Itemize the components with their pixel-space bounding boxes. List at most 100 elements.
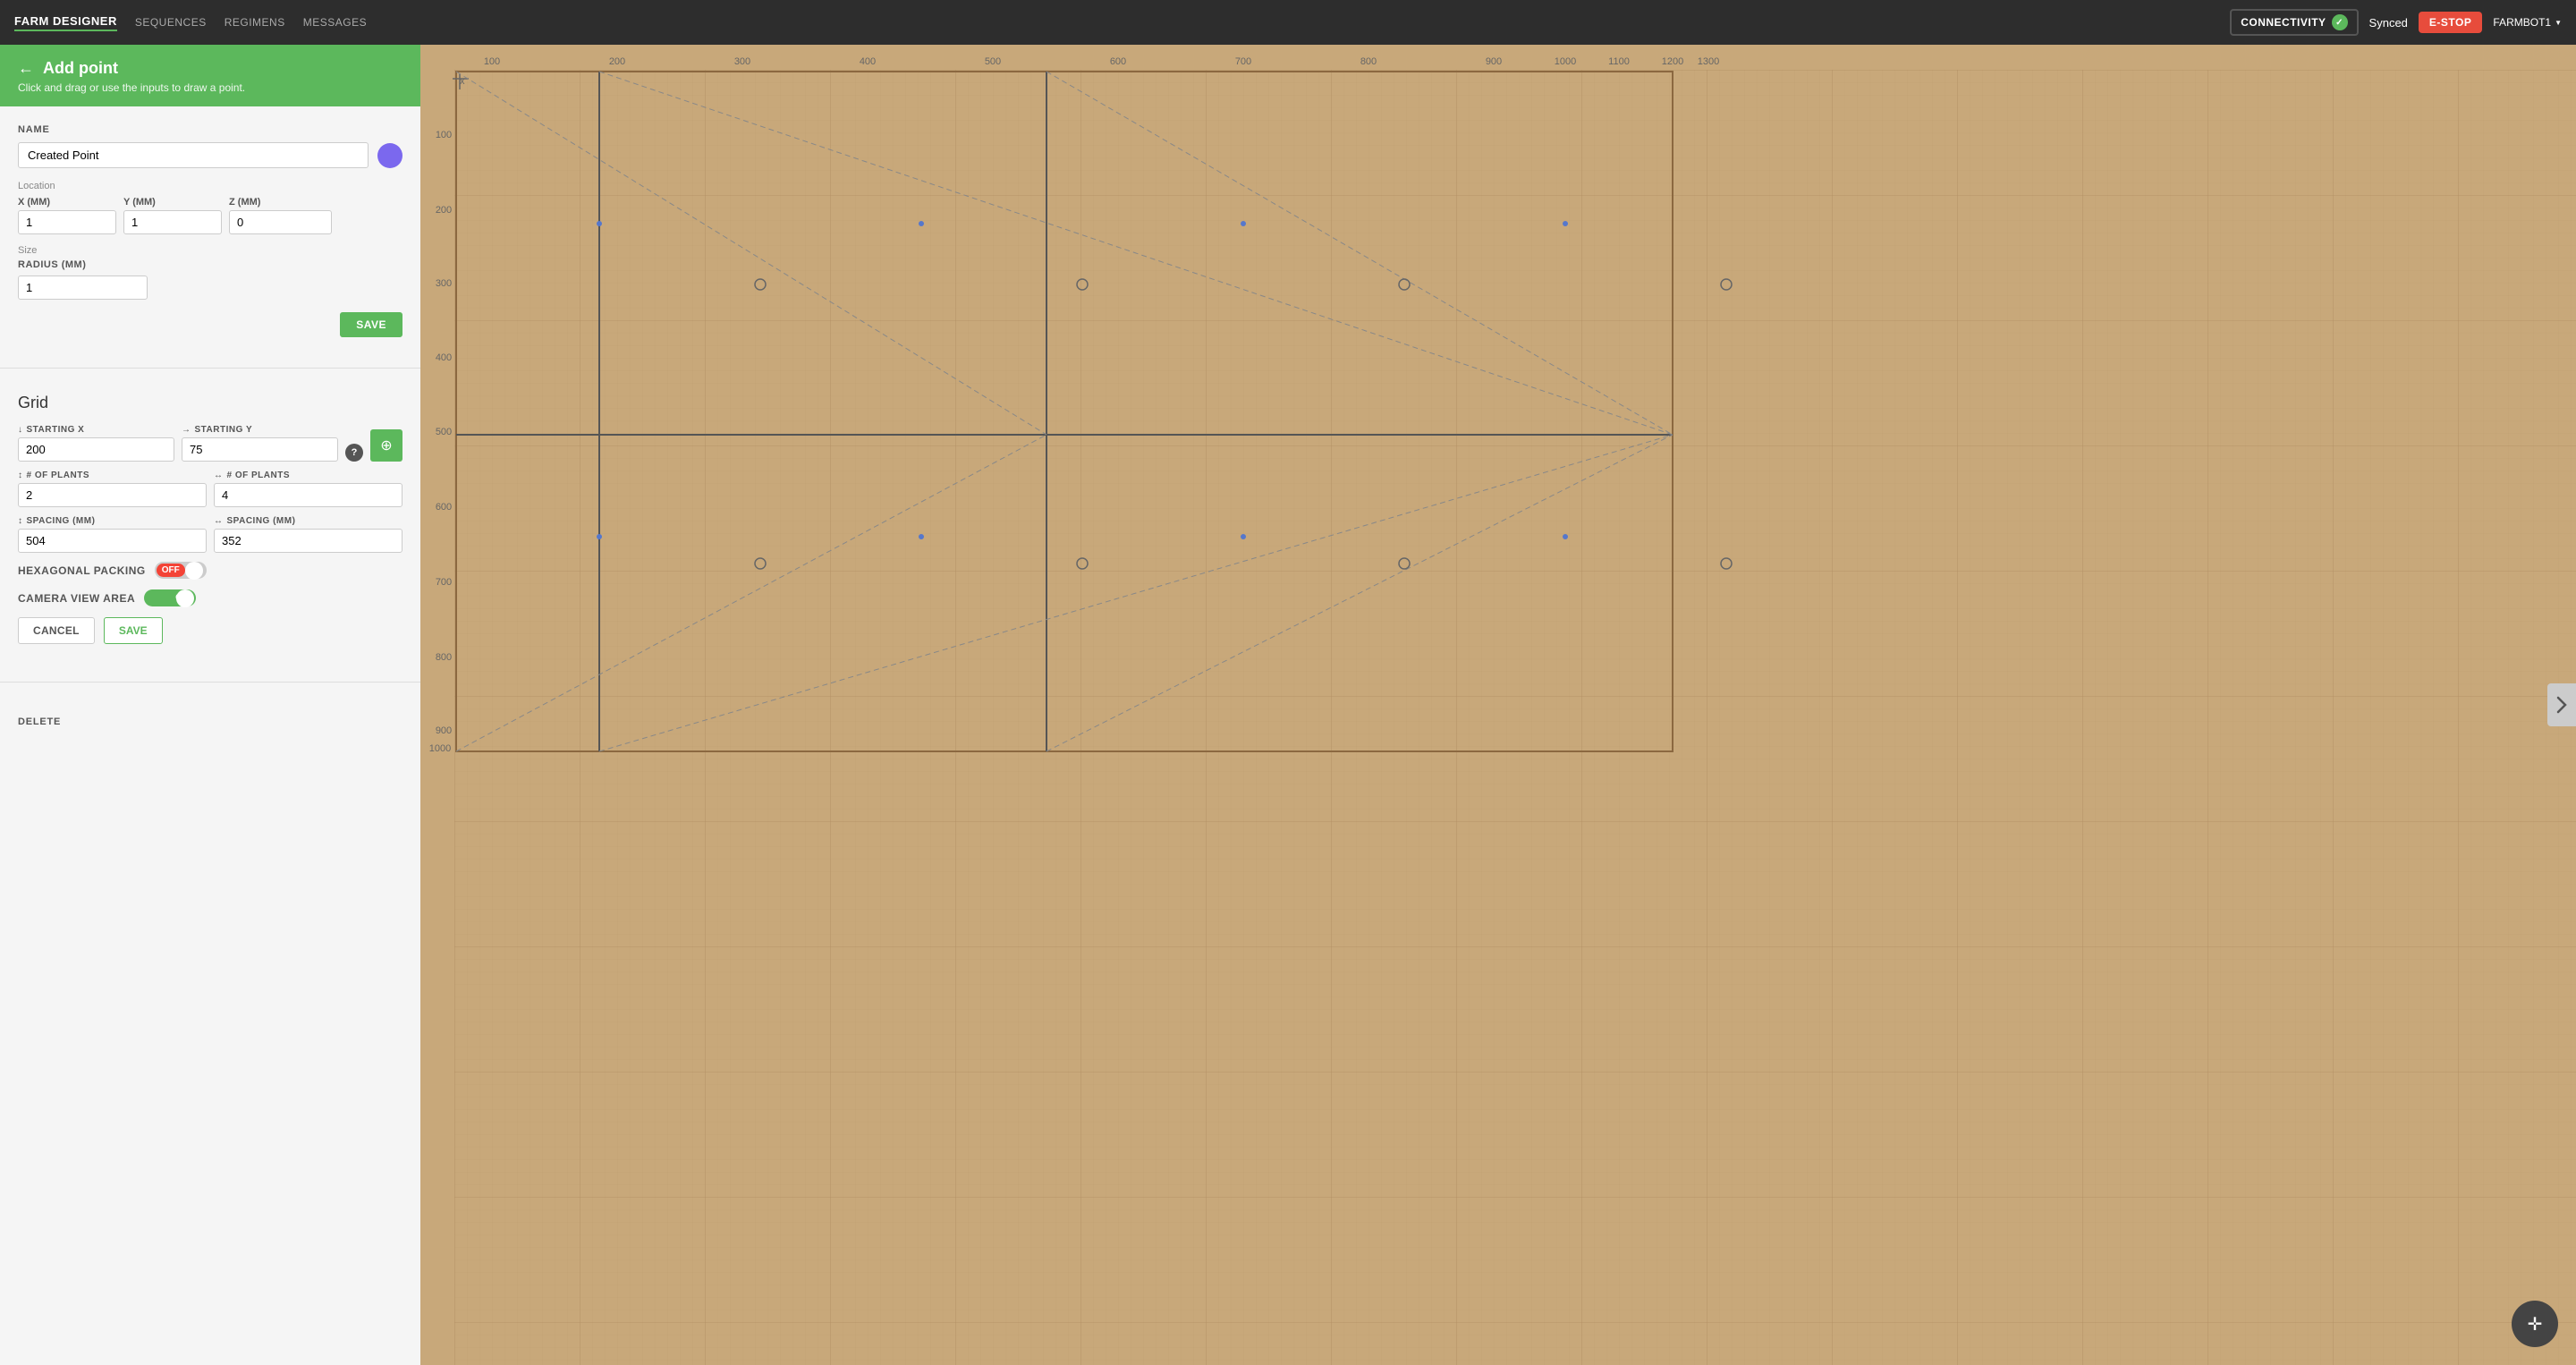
svg-text:900: 900: [436, 725, 452, 736]
grid-move-button[interactable]: ⊕: [370, 429, 402, 462]
nav-right: CONNECTIVITY Synced E-STOP FARMBOT1: [2230, 9, 2562, 36]
grid-title: Grid: [18, 394, 402, 412]
svg-text:800: 800: [1360, 56, 1377, 67]
svg-text:600: 600: [1110, 56, 1126, 67]
starting-x-label: STARTING X: [18, 425, 174, 435]
plants-x-group: # OF PLANTS: [18, 471, 207, 507]
svg-text:300: 300: [734, 56, 750, 67]
svg-text:100: 100: [436, 130, 452, 140]
svg-text:1000: 1000: [429, 743, 451, 754]
y-label: Y (MM): [123, 197, 222, 208]
farmbot-selector[interactable]: FARMBOT1: [2493, 16, 2562, 29]
grid-section: Grid STARTING X STARTING Y: [0, 379, 420, 671]
svg-text:1200: 1200: [1662, 56, 1683, 67]
spacing-x-input[interactable]: [18, 529, 207, 553]
svg-text:900: 900: [1486, 56, 1502, 67]
chevron-right-icon: [2555, 694, 2569, 716]
starting-y-input[interactable]: [182, 437, 338, 462]
camera-toggle[interactable]: ON: [144, 589, 196, 606]
estop-button[interactable]: E-STOP: [2419, 12, 2482, 33]
svg-text:400: 400: [860, 56, 876, 67]
map-nav-arrow-right[interactable]: [2547, 683, 2576, 726]
grid-row-plants: # OF PLANTS # OF PLANTS: [18, 471, 402, 507]
add-point-title: ← Add point: [18, 59, 402, 78]
leftright-icon: [214, 471, 224, 480]
plants-x-input[interactable]: [18, 483, 207, 507]
x-input[interactable]: [18, 210, 116, 234]
add-point-header: ← Add point Click and drag or use the in…: [0, 45, 420, 106]
name-row: [18, 142, 402, 168]
radius-input[interactable]: [18, 276, 148, 300]
save-row: SAVE: [18, 312, 402, 337]
spacing-x-label: SPACING (MM): [18, 516, 207, 526]
delete-section: DELETE: [0, 693, 420, 742]
color-picker[interactable]: [377, 143, 402, 168]
hexagonal-toggle[interactable]: OFF: [155, 562, 207, 579]
section-divider-1: [0, 368, 420, 369]
help-icon[interactable]: ?: [345, 444, 363, 462]
delete-label: DELETE: [18, 716, 402, 727]
svg-text:x: x: [460, 76, 465, 87]
connectivity-button[interactable]: CONNECTIVITY: [2230, 9, 2358, 36]
svg-text:800: 800: [436, 652, 452, 663]
svg-text:700: 700: [1235, 56, 1251, 67]
svg-text:500: 500: [436, 427, 452, 437]
connectivity-check-icon: [2332, 14, 2348, 30]
svg-text:200: 200: [436, 205, 452, 216]
add-point-subtitle: Click and drag or use the inputs to draw…: [18, 81, 402, 94]
plants-x-label: # OF PLANTS: [18, 471, 207, 480]
svg-text:700: 700: [436, 577, 452, 588]
point-save-button[interactable]: SAVE: [340, 312, 402, 337]
starting-x-input[interactable]: [18, 437, 174, 462]
x-label: X (MM): [18, 197, 116, 208]
x-coord-group: X (MM): [18, 197, 116, 234]
svg-text:600: 600: [436, 502, 452, 513]
svg-text:1100: 1100: [1608, 56, 1630, 67]
name-section-label: NAME: [18, 124, 402, 135]
svg-text:300: 300: [436, 278, 452, 289]
crosshair-icon: ✛: [2528, 1313, 2543, 1335]
svg-text:500: 500: [985, 56, 1001, 67]
arrow-down-icon: [18, 425, 23, 435]
y-input[interactable]: [123, 210, 222, 234]
spacing-updown-icon: [18, 516, 23, 526]
camera-row: CAMERA VIEW AREA ON: [18, 589, 402, 606]
z-input[interactable]: [229, 210, 332, 234]
svg-text:200: 200: [609, 56, 625, 67]
starting-x-group: STARTING X: [18, 425, 174, 462]
main-layout: ← Add point Click and drag or use the in…: [0, 45, 2576, 1365]
grid-row-starting: STARTING X STARTING Y ? ⊕: [18, 425, 402, 462]
location-label: Location: [18, 181, 402, 191]
synced-status: Synced: [2369, 16, 2408, 30]
starting-y-label: STARTING Y: [182, 425, 338, 435]
arrow-right-icon: [182, 425, 191, 435]
svg-text:1300: 1300: [1698, 56, 1719, 67]
plants-y-group: # OF PLANTS: [214, 471, 402, 507]
move-crosshair-button[interactable]: ✛: [2512, 1301, 2558, 1347]
page-title: Add point: [43, 59, 118, 78]
cancel-button[interactable]: CANCEL: [18, 617, 95, 644]
farm-map: 100 200 300 400 500 600 700 800 900 1000…: [420, 45, 2576, 1365]
name-input[interactable]: [18, 142, 369, 168]
nav-sequences[interactable]: SEQUENCES: [135, 13, 207, 32]
nav-regimens[interactable]: REGIMENS: [225, 13, 285, 32]
plants-y-label: # OF PLANTS: [214, 471, 402, 480]
coordinates-row: X (MM) Y (MM) Z (MM): [18, 197, 402, 234]
plants-y-input[interactable]: [214, 483, 402, 507]
grid-row-spacing: SPACING (MM) SPACING (MM): [18, 516, 402, 553]
spacing-leftright-icon: [214, 516, 224, 526]
point-form: NAME Location X (MM) Y (MM) Z (MM): [0, 106, 420, 357]
back-arrow-icon[interactable]: ←: [18, 59, 34, 78]
nav-brand[interactable]: FARM DESIGNER: [14, 14, 117, 31]
svg-text:400: 400: [436, 352, 452, 363]
grid-save-button[interactable]: SAVE: [104, 617, 163, 644]
radius-label: RADIUS (MM): [18, 259, 402, 270]
camera-label: CAMERA VIEW AREA: [18, 592, 135, 605]
spacing-y-label: SPACING (MM): [214, 516, 402, 526]
nav-messages[interactable]: MESSAGES: [303, 13, 367, 32]
grid-action-buttons: CANCEL SAVE: [18, 617, 402, 644]
size-label: Size: [18, 245, 402, 256]
spacing-y-input[interactable]: [214, 529, 402, 553]
starting-y-group: STARTING Y: [182, 425, 338, 462]
map-area[interactable]: 100 200 300 400 500 600 700 800 900 1000…: [420, 45, 2576, 1365]
